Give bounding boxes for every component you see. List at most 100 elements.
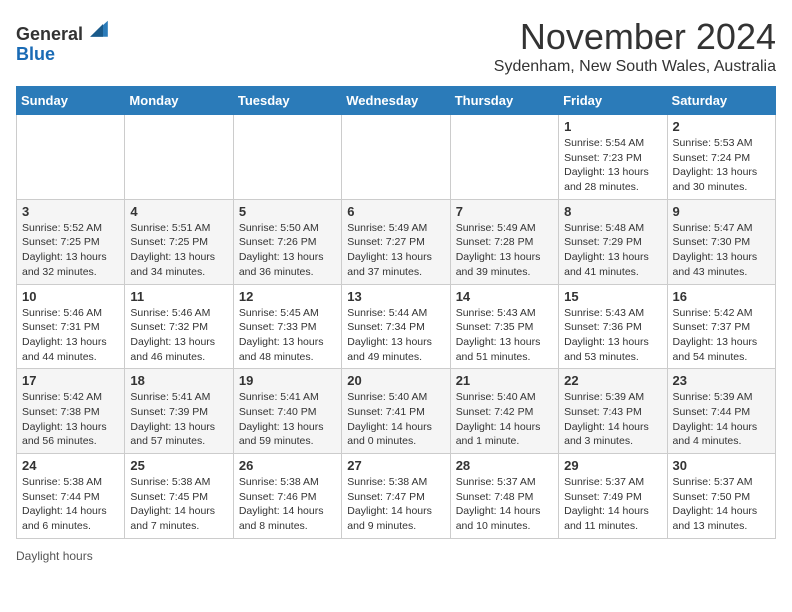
calendar-day-cell: 19Sunrise: 5:41 AM Sunset: 7:40 PM Dayli… — [233, 369, 341, 454]
day-number: 25 — [130, 458, 227, 473]
calendar-week-row: 1 Sunrise: 5:54 AM Sunset: 7:23 PM Daylig… — [17, 115, 776, 200]
day-number: 13 — [347, 289, 444, 304]
daylight-hours-label: Daylight hours — [16, 549, 93, 563]
calendar-day-cell: 21Sunrise: 5:40 AM Sunset: 7:42 PM Dayli… — [450, 369, 558, 454]
day-info: Sunrise: 5:49 AM Sunset: 7:28 PM Dayligh… — [456, 221, 553, 280]
day-info: Sunrise: 5:51 AM Sunset: 7:25 PM Dayligh… — [130, 221, 227, 280]
calendar-day-header: Tuesday — [233, 87, 341, 115]
calendar-day-cell — [233, 115, 341, 200]
calendar-day-cell: 16Sunrise: 5:42 AM Sunset: 7:37 PM Dayli… — [667, 284, 775, 369]
day-info: Sunrise: 5:43 AM Sunset: 7:36 PM Dayligh… — [564, 306, 661, 365]
day-number: 14 — [456, 289, 553, 304]
calendar-day-cell: 9 Sunrise: 5:47 AM Sunset: 7:30 PM Daylig… — [667, 199, 775, 284]
day-info: Sunrise: 5:39 AM Sunset: 7:44 PM Dayligh… — [673, 390, 770, 449]
day-info: Sunrise: 5:39 AM Sunset: 7:43 PM Dayligh… — [564, 390, 661, 449]
calendar-day-cell: 29 Sunrise: 5:37 AM Sunset: 7:49 PM Dayli… — [559, 454, 667, 539]
day-info: Sunrise: 5:38 AM Sunset: 7:44 PM Dayligh… — [22, 475, 119, 534]
month-title: November 2024 — [494, 16, 776, 58]
calendar-day-cell — [342, 115, 450, 200]
calendar-day-cell: 22 Sunrise: 5:39 AM Sunset: 7:43 PM Dayli… — [559, 369, 667, 454]
day-info: Sunrise: 5:46 AM Sunset: 7:31 PM Dayligh… — [22, 306, 119, 365]
day-info: Sunrise: 5:54 AM Sunset: 7:23 PM Dayligh… — [564, 136, 661, 195]
day-info: Sunrise: 5:47 AM Sunset: 7:30 PM Dayligh… — [673, 221, 770, 280]
logo: General Blue — [16, 16, 111, 65]
calendar-week-row: 17 Sunrise: 5:42 AM Sunset: 7:38 PM Dayli… — [17, 369, 776, 454]
day-number: 20 — [347, 373, 444, 388]
title-block: November 2024 Sydenham, New South Wales,… — [494, 16, 776, 76]
day-number: 2 — [673, 119, 770, 134]
day-info: Sunrise: 5:48 AM Sunset: 7:29 PM Dayligh… — [564, 221, 661, 280]
calendar-day-cell: 12 Sunrise: 5:45 AM Sunset: 7:33 PM Dayli… — [233, 284, 341, 369]
day-info: Sunrise: 5:37 AM Sunset: 7:49 PM Dayligh… — [564, 475, 661, 534]
day-number: 4 — [130, 204, 227, 219]
day-info: Sunrise: 5:40 AM Sunset: 7:41 PM Dayligh… — [347, 390, 444, 449]
day-info: Sunrise: 5:38 AM Sunset: 7:47 PM Dayligh… — [347, 475, 444, 534]
day-info: Sunrise: 5:38 AM Sunset: 7:45 PM Dayligh… — [130, 475, 227, 534]
calendar-week-row: 3Sunrise: 5:52 AM Sunset: 7:25 PM Daylig… — [17, 199, 776, 284]
day-number: 30 — [673, 458, 770, 473]
day-number: 17 — [22, 373, 119, 388]
calendar-day-cell — [17, 115, 125, 200]
logo-icon — [87, 16, 111, 40]
day-info: Sunrise: 5:46 AM Sunset: 7:32 PM Dayligh… — [130, 306, 227, 365]
day-info: Sunrise: 5:52 AM Sunset: 7:25 PM Dayligh… — [22, 221, 119, 280]
day-number: 23 — [673, 373, 770, 388]
calendar-table: SundayMondayTuesdayWednesdayThursdayFrid… — [16, 86, 776, 539]
day-info: Sunrise: 5:42 AM Sunset: 7:38 PM Dayligh… — [22, 390, 119, 449]
day-info: Sunrise: 5:38 AM Sunset: 7:46 PM Dayligh… — [239, 475, 336, 534]
calendar-footer: Daylight hours — [16, 549, 776, 563]
calendar-day-cell: 26 Sunrise: 5:38 AM Sunset: 7:46 PM Dayli… — [233, 454, 341, 539]
day-info: Sunrise: 5:41 AM Sunset: 7:40 PM Dayligh… — [239, 390, 336, 449]
day-number: 29 — [564, 458, 661, 473]
calendar-day-cell: 5Sunrise: 5:50 AM Sunset: 7:26 PM Daylig… — [233, 199, 341, 284]
calendar-day-cell: 25 Sunrise: 5:38 AM Sunset: 7:45 PM Dayli… — [125, 454, 233, 539]
day-number: 24 — [22, 458, 119, 473]
day-number: 11 — [130, 289, 227, 304]
day-number: 6 — [347, 204, 444, 219]
calendar-day-cell: 8 Sunrise: 5:48 AM Sunset: 7:29 PM Daylig… — [559, 199, 667, 284]
day-info: Sunrise: 5:53 AM Sunset: 7:24 PM Dayligh… — [673, 136, 770, 195]
day-number: 22 — [564, 373, 661, 388]
calendar-header-row: SundayMondayTuesdayWednesdayThursdayFrid… — [17, 87, 776, 115]
calendar-day-header: Sunday — [17, 87, 125, 115]
day-info: Sunrise: 5:37 AM Sunset: 7:48 PM Dayligh… — [456, 475, 553, 534]
calendar-day-header: Thursday — [450, 87, 558, 115]
logo-blue-text: Blue — [16, 44, 55, 64]
day-number: 26 — [239, 458, 336, 473]
calendar-day-cell: 6 Sunrise: 5:49 AM Sunset: 7:27 PM Daylig… — [342, 199, 450, 284]
calendar-day-header: Friday — [559, 87, 667, 115]
calendar-day-cell: 14 Sunrise: 5:43 AM Sunset: 7:35 PM Dayli… — [450, 284, 558, 369]
calendar-day-cell: 3Sunrise: 5:52 AM Sunset: 7:25 PM Daylig… — [17, 199, 125, 284]
calendar-day-header: Monday — [125, 87, 233, 115]
day-number: 9 — [673, 204, 770, 219]
calendar-day-cell: 20 Sunrise: 5:40 AM Sunset: 7:41 PM Dayli… — [342, 369, 450, 454]
calendar-week-row: 10Sunrise: 5:46 AM Sunset: 7:31 PM Dayli… — [17, 284, 776, 369]
calendar-day-cell: 11 Sunrise: 5:46 AM Sunset: 7:32 PM Dayli… — [125, 284, 233, 369]
day-info: Sunrise: 5:42 AM Sunset: 7:37 PM Dayligh… — [673, 306, 770, 365]
day-info: Sunrise: 5:44 AM Sunset: 7:34 PM Dayligh… — [347, 306, 444, 365]
day-number: 8 — [564, 204, 661, 219]
day-number: 27 — [347, 458, 444, 473]
day-info: Sunrise: 5:49 AM Sunset: 7:27 PM Dayligh… — [347, 221, 444, 280]
day-number: 21 — [456, 373, 553, 388]
calendar-day-cell: 7Sunrise: 5:49 AM Sunset: 7:28 PM Daylig… — [450, 199, 558, 284]
calendar-day-cell: 2 Sunrise: 5:53 AM Sunset: 7:24 PM Daylig… — [667, 115, 775, 200]
calendar-day-cell — [125, 115, 233, 200]
day-number: 1 — [564, 119, 661, 134]
day-number: 28 — [456, 458, 553, 473]
day-number: 18 — [130, 373, 227, 388]
day-number: 15 — [564, 289, 661, 304]
calendar-day-cell: 10Sunrise: 5:46 AM Sunset: 7:31 PM Dayli… — [17, 284, 125, 369]
calendar-day-cell: 27 Sunrise: 5:38 AM Sunset: 7:47 PM Dayli… — [342, 454, 450, 539]
calendar-day-cell: 28 Sunrise: 5:37 AM Sunset: 7:48 PM Dayli… — [450, 454, 558, 539]
day-info: Sunrise: 5:41 AM Sunset: 7:39 PM Dayligh… — [130, 390, 227, 449]
day-info: Sunrise: 5:45 AM Sunset: 7:33 PM Dayligh… — [239, 306, 336, 365]
calendar-day-cell: 23 Sunrise: 5:39 AM Sunset: 7:44 PM Dayli… — [667, 369, 775, 454]
calendar-day-cell: 30Sunrise: 5:37 AM Sunset: 7:50 PM Dayli… — [667, 454, 775, 539]
calendar-day-cell: 17 Sunrise: 5:42 AM Sunset: 7:38 PM Dayli… — [17, 369, 125, 454]
day-info: Sunrise: 5:43 AM Sunset: 7:35 PM Dayligh… — [456, 306, 553, 365]
calendar-week-row: 24 Sunrise: 5:38 AM Sunset: 7:44 PM Dayli… — [17, 454, 776, 539]
day-number: 12 — [239, 289, 336, 304]
location-subtitle: Sydenham, New South Wales, Australia — [494, 58, 776, 76]
day-info: Sunrise: 5:50 AM Sunset: 7:26 PM Dayligh… — [239, 221, 336, 280]
